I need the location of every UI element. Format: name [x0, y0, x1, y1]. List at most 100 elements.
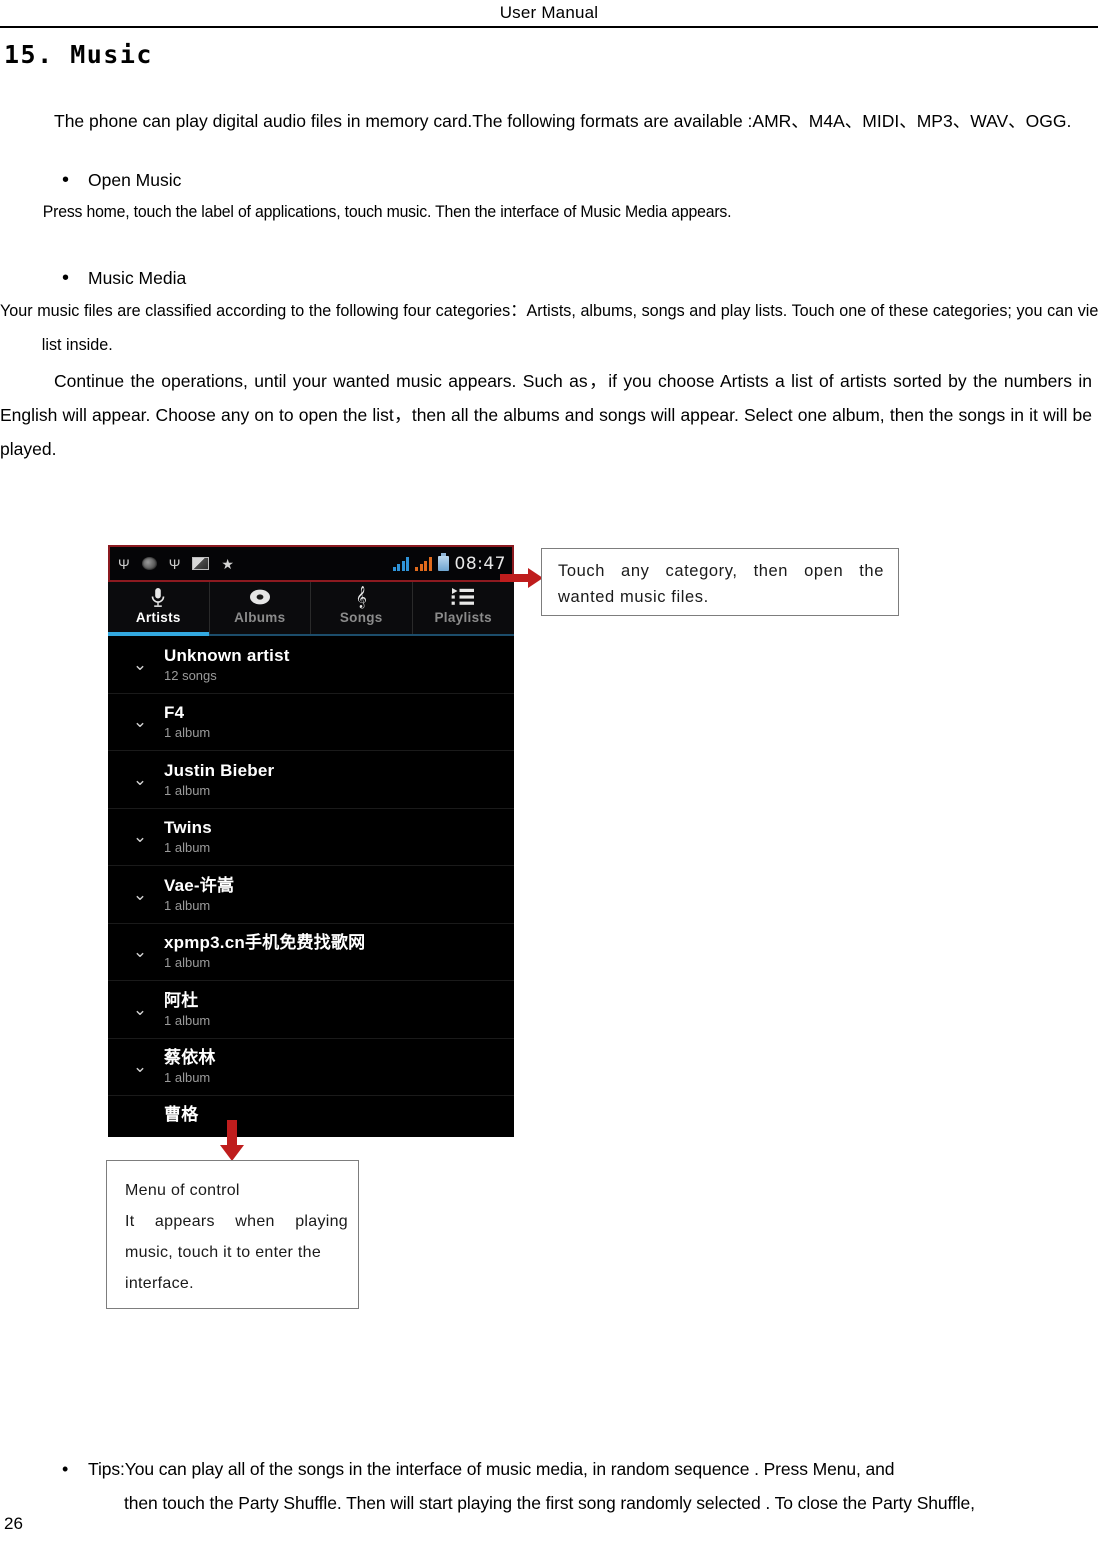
music-media-body-2: Continue the operations, until your want…	[0, 371, 1092, 459]
music-tab-bar: Artists Albums 𝄞 Songs Playlists	[108, 582, 514, 636]
artist-list: ⌄ Unknown artist 12 songs ⌄ F4 1 album ⌄…	[108, 636, 514, 1137]
tab-songs-label: Songs	[339, 610, 383, 625]
status-bar-right-icons: 08:47	[392, 553, 507, 574]
chevron-down-icon[interactable]: ⌄	[116, 656, 164, 673]
tips-line-2: then touch the Party Shuffle. Then will …	[124, 1493, 975, 1513]
tips-text: Tips:You can play all of the songs in th…	[88, 1452, 1098, 1520]
bullet-open-music: • Open Music	[0, 164, 1098, 196]
open-music-body: Press home, touch the label of applicati…	[42, 202, 732, 221]
bullet-music-media-label: Music Media	[88, 268, 187, 288]
battery-icon	[437, 553, 449, 571]
callout-bottom: Menu of control It appears when playing …	[106, 1160, 359, 1309]
chevron-down-icon[interactable]: ⌄	[116, 828, 164, 845]
page-number: 26	[4, 1514, 23, 1533]
list-item[interactable]: ⌄ Justin Bieber 1 album	[108, 751, 514, 809]
disc-icon	[249, 585, 271, 609]
list-item[interactable]: 曹格	[108, 1096, 514, 1137]
chevron-down-icon[interactable]: ⌄	[116, 713, 164, 730]
phone-screenshot: Ψ Ψ ★ 08:47 Artists Albums 𝄞 Songs Playl…	[108, 545, 514, 1137]
bullet-open-music-label: Open Music	[88, 170, 182, 190]
usb-icon: Ψ	[168, 555, 181, 572]
chevron-down-icon[interactable]: ⌄	[116, 1058, 164, 1075]
artist-name: F4	[164, 703, 185, 723]
chevron-down-icon[interactable]: ⌄	[116, 771, 164, 788]
bullet-tips: • Tips:You can play all of the songs in …	[0, 1452, 1098, 1520]
artist-name: Justin Bieber	[164, 760, 275, 780]
artist-name: Unknown artist	[164, 645, 290, 665]
list-item-content: 蔡依林 1 album	[164, 1047, 514, 1086]
status-bar-clock: 08:47	[454, 553, 506, 574]
tips-line-1: Tips:You can play all of the songs in th…	[88, 1459, 895, 1479]
chevron-down-icon[interactable]: ⌄	[116, 886, 164, 903]
tips-section: • Tips:You can play all of the songs in …	[0, 1452, 1098, 1520]
tab-artists[interactable]: Artists	[108, 582, 210, 636]
tab-albums[interactable]: Albums	[210, 582, 311, 634]
star-icon: ★	[221, 555, 234, 572]
list-item[interactable]: ⌄ Vae-许嵩 1 album	[108, 866, 514, 924]
tab-albums-label: Albums	[234, 610, 286, 625]
callout-bottom-line-3: music, touch it to enter the	[125, 1244, 322, 1261]
list-item-content: xpmp3.cn手机免费找歌网 1 album	[164, 932, 514, 971]
treble-clef-icon: 𝄞	[355, 586, 367, 608]
disc-icon	[141, 557, 157, 570]
arrow-right-icon	[500, 567, 544, 589]
list-item[interactable]: ⌄ Twins 1 album	[108, 809, 514, 866]
list-item-content: F4 1 album	[164, 702, 514, 741]
tab-artists-label: Artists	[135, 610, 181, 625]
artist-subtitle: 1 album	[164, 1012, 211, 1028]
callout-top: Touch any category, then open the wanted…	[541, 548, 899, 616]
bullet-dot-icon: •	[62, 267, 70, 289]
list-item-content: Justin Bieber 1 album	[164, 760, 514, 799]
callout-top-line-2: wanted music files.	[558, 588, 709, 606]
microphone-icon	[150, 585, 166, 609]
artist-name: xpmp3.cn手机免费找歌网	[164, 933, 366, 953]
intro-paragraph: The phone can play digital audio files i…	[54, 111, 1072, 131]
chevron-down-icon[interactable]: ⌄	[116, 943, 164, 960]
list-item[interactable]: ⌄ F4 1 album	[108, 694, 514, 751]
signal-bars-icon	[392, 556, 409, 571]
tab-playlists-label: Playlists	[434, 610, 492, 625]
callout-bottom-line-4: interface.	[125, 1275, 194, 1292]
page-header: User Manual	[0, 0, 1098, 26]
signal-bars-icon	[415, 556, 432, 571]
artist-subtitle: 1 album	[164, 1070, 211, 1086]
status-bar-left-icons: Ψ Ψ ★	[118, 557, 393, 571]
list-item[interactable]: ⌄ 蔡依林 1 album	[108, 1039, 514, 1096]
artist-subtitle: 1 album	[164, 725, 211, 741]
list-item-content: Twins 1 album	[164, 817, 514, 856]
callout-bottom-line-2: It appears when playing	[125, 1213, 348, 1230]
list-item[interactable]: ⌄ xpmp3.cn手机免费找歌网 1 album	[108, 924, 514, 981]
page-title: 15. Music	[4, 40, 153, 69]
chevron-down-icon[interactable]: ⌄	[116, 1001, 164, 1018]
usb-icon: Ψ	[118, 555, 130, 572]
tab-playlists[interactable]: Playlists	[413, 582, 515, 634]
callout-top-line-1: Touch any category, then open the	[558, 562, 884, 580]
list-item[interactable]: ⌄ Unknown artist 12 songs	[108, 636, 514, 694]
list-item-content: 曹格	[164, 1104, 514, 1125]
artist-name: 阿杜	[164, 990, 199, 1010]
page-header-title: User Manual	[499, 3, 599, 22]
list-item-content: Unknown artist 12 songs	[164, 645, 514, 684]
artist-subtitle: 1 album	[164, 897, 211, 913]
music-media-figure: Ψ Ψ ★ 08:47 Artists Albums 𝄞 Songs Playl…	[0, 536, 1098, 1336]
list-item[interactable]: ⌄ 阿杜 1 album	[108, 981, 514, 1039]
document-content: 15. Music The phone can play digital aud…	[0, 32, 1098, 466]
artist-subtitle: 1 album	[164, 955, 211, 971]
list-item-content: 阿杜 1 album	[164, 990, 514, 1029]
header-divider	[0, 26, 1098, 28]
bullet-dot-icon: •	[62, 1459, 69, 1479]
callout-bottom-line-1: Menu of control	[125, 1182, 240, 1199]
artist-subtitle: 1 album	[164, 840, 211, 856]
list-item-content: Vae-许嵩 1 album	[164, 875, 514, 914]
tab-songs[interactable]: 𝄞 Songs	[311, 582, 413, 634]
phone-status-bar: Ψ Ψ ★ 08:47	[108, 545, 514, 582]
music-media-body-1: Your music files are classified accordin…	[0, 301, 1098, 354]
arrow-down-icon	[219, 1120, 245, 1162]
artist-subtitle: 12 songs	[164, 667, 217, 683]
artist-subtitle: 1 album	[164, 782, 211, 798]
sd-card-icon	[192, 557, 210, 570]
artist-name: Vae-许嵩	[164, 875, 235, 895]
playlist-icon	[451, 585, 475, 609]
artist-name: 曹格	[164, 1105, 199, 1124]
bullet-dot-icon: •	[62, 169, 70, 191]
